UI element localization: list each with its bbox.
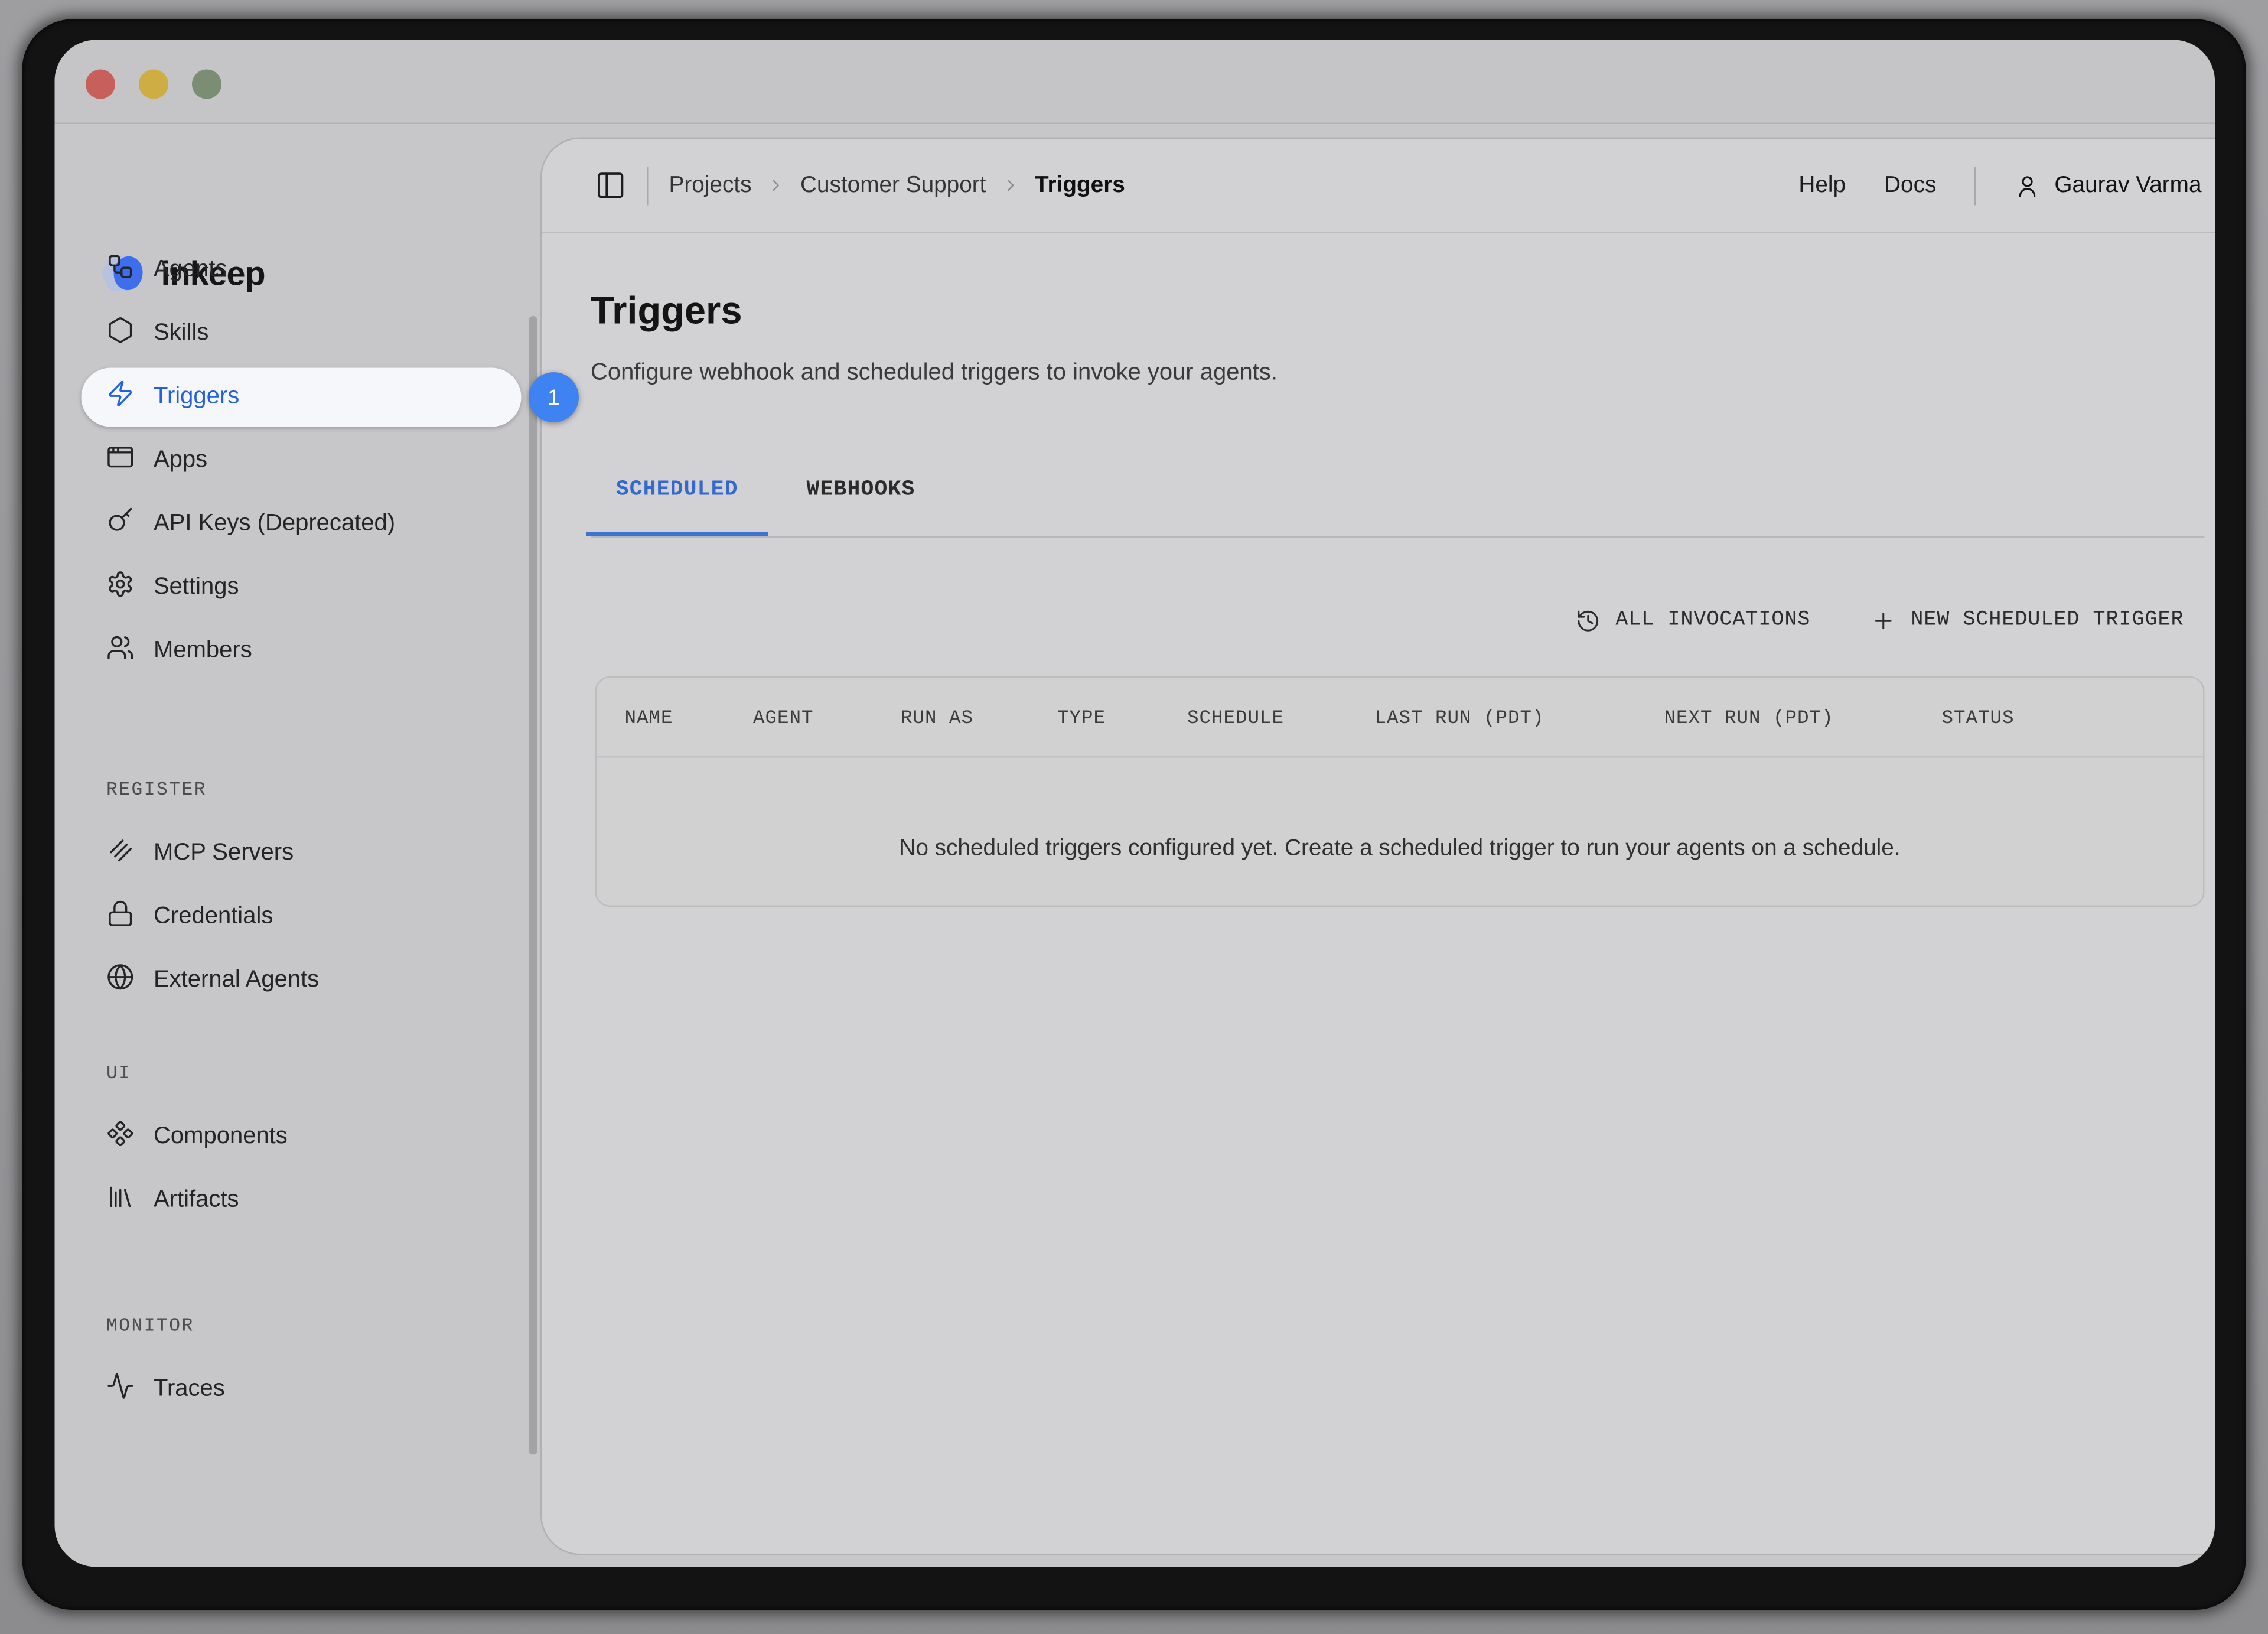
actions-row: ALL INVOCATIONS NEW SCHEDULED TRIGGER (1576, 591, 2184, 650)
sidebar-item-label: Apps (154, 448, 207, 474)
sidebar-item-label: Triggers (154, 384, 239, 411)
app-window: inkeep Agents Skills Triggers Apps AP (55, 40, 2215, 1567)
table-header-row: NAME AGENT RUN AS TYPE SCHEDULE LAST RUN… (597, 678, 2203, 758)
screenshot-stage: inkeep Agents Skills Triggers Apps AP (0, 0, 2268, 1634)
all-invocations-button[interactable]: ALL INVOCATIONS (1576, 608, 1811, 633)
sidebar-item-api-keys[interactable]: API Keys (Deprecated) (82, 493, 522, 555)
empty-state-message: No scheduled triggers configured yet. Cr… (899, 835, 1900, 862)
breadcrumb-projects[interactable]: Projects (669, 172, 752, 198)
table-empty-state: No scheduled triggers configured yet. Cr… (597, 758, 2203, 907)
globe-icon (106, 963, 135, 998)
sidebar-item-label: Skills (154, 321, 208, 347)
column-header-name: NAME (625, 706, 673, 728)
chevron-right-icon (767, 176, 786, 196)
mcp-icon (106, 836, 135, 871)
project-switcher[interactable]: Customer Support default (106, 1565, 520, 1567)
main-panel: Projects Customer Support Triggers Help … (542, 139, 2215, 1554)
tab-webhooks[interactable]: WEBHOOKS (787, 476, 935, 536)
tab-scheduled[interactable]: SCHEDULED (586, 476, 768, 536)
user-menu[interactable]: Gaurav Varma (2015, 172, 2202, 198)
lock-icon (106, 900, 135, 935)
column-header-run-as: RUN AS (901, 706, 973, 728)
sidebar-item-mcp-servers[interactable]: MCP Servers (82, 823, 522, 885)
docs-link[interactable]: Docs (1884, 172, 1936, 198)
activity-icon (106, 1372, 135, 1408)
app-window-icon (106, 443, 135, 479)
key-icon (106, 507, 135, 542)
annotation-step-badge: 1 (529, 372, 579, 422)
panel-header: Projects Customer Support Triggers Help … (542, 139, 2215, 233)
sidebar-item-external-agents[interactable]: External Agents (82, 950, 522, 1012)
sidebar-item-traces[interactable]: Traces (82, 1359, 522, 1421)
column-header-type: TYPE (1057, 706, 1106, 728)
sidebar-item-label: External Agents (154, 968, 319, 994)
sidebar-section-register: REGISTER (106, 776, 207, 805)
column-header-agent: AGENT (753, 706, 814, 728)
page-subtitle: Configure webhook and scheduled triggers… (591, 360, 1278, 387)
column-header-schedule: SCHEDULE (1187, 706, 1284, 728)
sidebar-item-members[interactable]: Members (82, 620, 522, 682)
header-divider (1974, 166, 1976, 204)
sidebar-item-label: Traces (154, 1376, 225, 1403)
history-icon (1576, 608, 1601, 633)
sidebar-section-ui: UI (106, 1059, 132, 1089)
tab-bar: SCHEDULED WEBHOOKS (591, 476, 2205, 538)
component-icon (106, 1119, 135, 1155)
chevron-right-icon (1001, 176, 1020, 196)
close-button[interactable] (86, 70, 115, 99)
library-icon (106, 1183, 135, 1219)
gear-icon (106, 570, 135, 606)
column-header-status: STATUS (1942, 706, 2015, 728)
breadcrumb-customer-support[interactable]: Customer Support (800, 172, 986, 198)
sidebar-item-label: Components (154, 1124, 288, 1151)
sidebar-item-apps[interactable]: Apps (82, 430, 522, 492)
users-icon (106, 634, 135, 669)
header-divider (647, 166, 649, 204)
sidebar-item-triggers[interactable]: Triggers (82, 368, 522, 427)
sidebar-item-label: Artifacts (154, 1187, 239, 1214)
breadcrumb-current: Triggers (1035, 172, 1125, 198)
sidebar-scrollbar[interactable] (529, 316, 537, 1455)
sidebar-item-settings[interactable]: Settings (82, 557, 522, 619)
sidebar-toggle-button[interactable] (595, 170, 627, 201)
sidebar-item-label: MCP Servers (154, 841, 294, 867)
zap-icon (106, 380, 135, 415)
sidebar-item-artifacts[interactable]: Artifacts (82, 1170, 522, 1232)
workflow-icon (106, 253, 135, 288)
page-title: Triggers (591, 288, 742, 334)
project-name: Customer Support (106, 1565, 520, 1567)
new-scheduled-trigger-label: NEW SCHEDULED TRIGGER (1911, 608, 2184, 632)
sidebar-item-label: Members (154, 638, 252, 665)
triggers-table: NAME AGENT RUN AS TYPE SCHEDULE LAST RUN… (595, 676, 2205, 907)
hexagon-icon (106, 316, 135, 351)
sidebar-item-label: API Keys (Deprecated) (154, 511, 395, 538)
titlebar (55, 40, 2215, 125)
sidebar-item-skills[interactable]: Skills (82, 303, 522, 365)
new-scheduled-trigger-button[interactable]: NEW SCHEDULED TRIGGER (1871, 608, 2184, 633)
sidebar-item-credentials[interactable]: Credentials (82, 886, 522, 948)
user-name: Gaurav Varma (2054, 172, 2201, 198)
sidebar-item-label: Agents (154, 257, 227, 284)
sidebar-item-label: Credentials (154, 904, 273, 930)
minimize-button[interactable] (139, 70, 168, 99)
column-header-last-run: LAST RUN (PDT) (1375, 706, 1544, 728)
sidebar-section-monitor: MONITOR (106, 1311, 194, 1341)
help-link[interactable]: Help (1798, 172, 1846, 198)
all-invocations-label: ALL INVOCATIONS (1615, 608, 1810, 632)
plus-icon (1871, 608, 1896, 633)
user-icon (2015, 172, 2041, 198)
column-header-next-run: NEXT RUN (PDT) (1664, 706, 1834, 728)
breadcrumb: Projects Customer Support Triggers (669, 172, 1125, 198)
zoom-button[interactable] (192, 70, 221, 99)
sidebar: inkeep Agents Skills Triggers Apps AP (55, 124, 542, 1567)
sidebar-item-agents[interactable]: Agents (82, 239, 522, 301)
sidebar-item-label: Settings (154, 575, 239, 601)
sidebar-item-components[interactable]: Components (82, 1106, 522, 1168)
